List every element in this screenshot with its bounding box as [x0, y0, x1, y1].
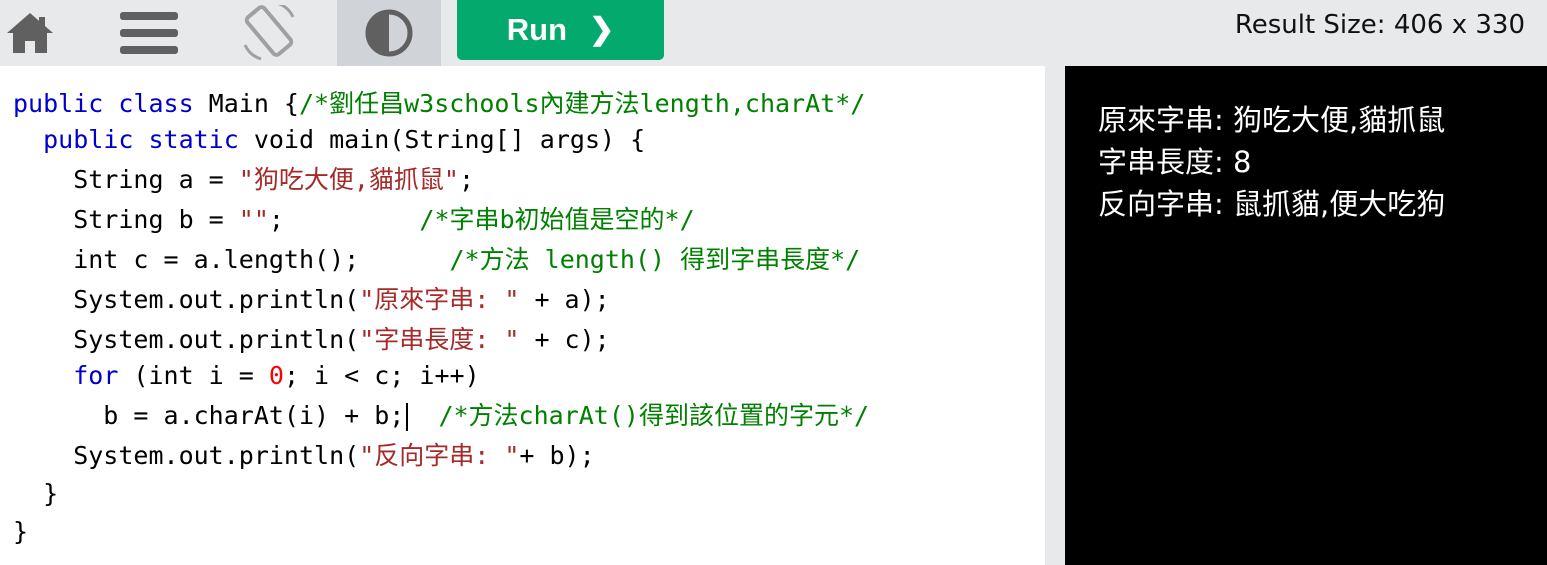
code-token: + b); [519, 441, 595, 470]
code-line: public class Main {/*劉任昌w3schools內建方法len… [13, 87, 865, 121]
rotate-icon [239, 5, 299, 61]
code-token: ; [268, 205, 420, 234]
menu-button[interactable] [108, 0, 190, 66]
chevron-right-icon: ❯ [589, 13, 615, 46]
code-token-str: "狗吃大便,貓抓鼠" [238, 165, 459, 194]
code-line: } [13, 477, 58, 511]
code-token: } [13, 517, 29, 546]
code-token: String b = [13, 205, 239, 234]
code-token-cmt: /*劉任昌w3schools內建方法length,charAt*/ [298, 89, 866, 118]
code-token-cmt: /*方法 length() 得到字串長度*/ [449, 245, 861, 274]
code-token-kw: public class [13, 89, 194, 118]
code-editor[interactable]: public class Main {/*劉任昌w3schools內建方法len… [0, 66, 1045, 565]
code-token: System.out.println( [13, 285, 360, 314]
code-token-cmt: /*方法charAt()得到該位置的字元*/ [438, 401, 870, 430]
code-token: System.out.println( [13, 441, 360, 470]
contrast-icon [364, 8, 414, 58]
toolbar: Run ❯ Result Size: 406 x 330 [0, 0, 1547, 66]
code-line: System.out.println("原來字串: " + a); [13, 283, 610, 317]
rotate-button[interactable] [228, 0, 310, 66]
code-token: ; [458, 165, 474, 194]
code-line: for (int i = 0; i < c; i++) [13, 359, 480, 393]
code-token-num: 0 [268, 361, 284, 390]
code-line: int c = a.length(); /*方法 length() 得到字串長度… [13, 243, 860, 277]
code-token: (int i = [118, 361, 269, 390]
code-token: + a); [519, 285, 610, 314]
code-token: Main { [193, 89, 299, 118]
run-label: Run [506, 12, 568, 47]
code-token: ; i < c; i++) [283, 361, 480, 390]
code-token: System.out.println( [13, 325, 360, 354]
code-token-kw: public static [43, 125, 239, 154]
output-line: 字串長度: 8 [1098, 145, 1252, 179]
code-token: b = a.charAt(i) + b; [13, 401, 405, 430]
code-line: String b = ""; /*字串b初始值是空的*/ [13, 203, 695, 237]
menu-icon [120, 10, 178, 56]
code-token: int c = a.length(); [13, 245, 450, 274]
home-icon [5, 11, 55, 55]
code-token-str: "反向字串: " [359, 441, 520, 470]
code-token-str: "" [238, 205, 269, 234]
output-line: 原來字串: 狗吃大便,貓抓鼠 [1098, 103, 1446, 137]
theme-toggle-button[interactable] [337, 0, 441, 66]
code-token: String a = [13, 165, 239, 194]
code-token-str: "字串長度: " [359, 325, 520, 354]
result-size-label: Result Size: 406 x 330 [1234, 10, 1525, 40]
code-line: } [13, 515, 28, 549]
code-line: System.out.println("反向字串: "+ b); [13, 439, 595, 473]
output-line: 反向字串: 鼠抓貓,便大吃狗 [1098, 187, 1446, 221]
code-token-cmt: /*字串b初始值是空的*/ [419, 205, 695, 234]
code-token: + c); [519, 325, 610, 354]
result-pane: 原來字串: 狗吃大便,貓抓鼠 字串長度: 8 反向字串: 鼠抓貓,便大吃狗 [1065, 66, 1547, 565]
run-button[interactable]: Run ❯ [457, 0, 664, 60]
code-token-str: "原來字串: " [359, 285, 520, 314]
code-token: } [13, 479, 59, 508]
pane-splitter[interactable] [1045, 66, 1065, 565]
code-line: b = a.charAt(i) + b; /*方法charAt()得到該位置的字… [13, 399, 869, 433]
code-token: void main(String[] args) { [238, 125, 646, 154]
home-button[interactable] [0, 0, 60, 66]
code-token-kw: for [73, 361, 119, 390]
code-line: String a = "狗吃大便,貓抓鼠"; [13, 163, 474, 197]
code-line: public static void main(String[] args) { [13, 123, 645, 157]
code-line: System.out.println("字串長度: " + c); [13, 323, 610, 357]
